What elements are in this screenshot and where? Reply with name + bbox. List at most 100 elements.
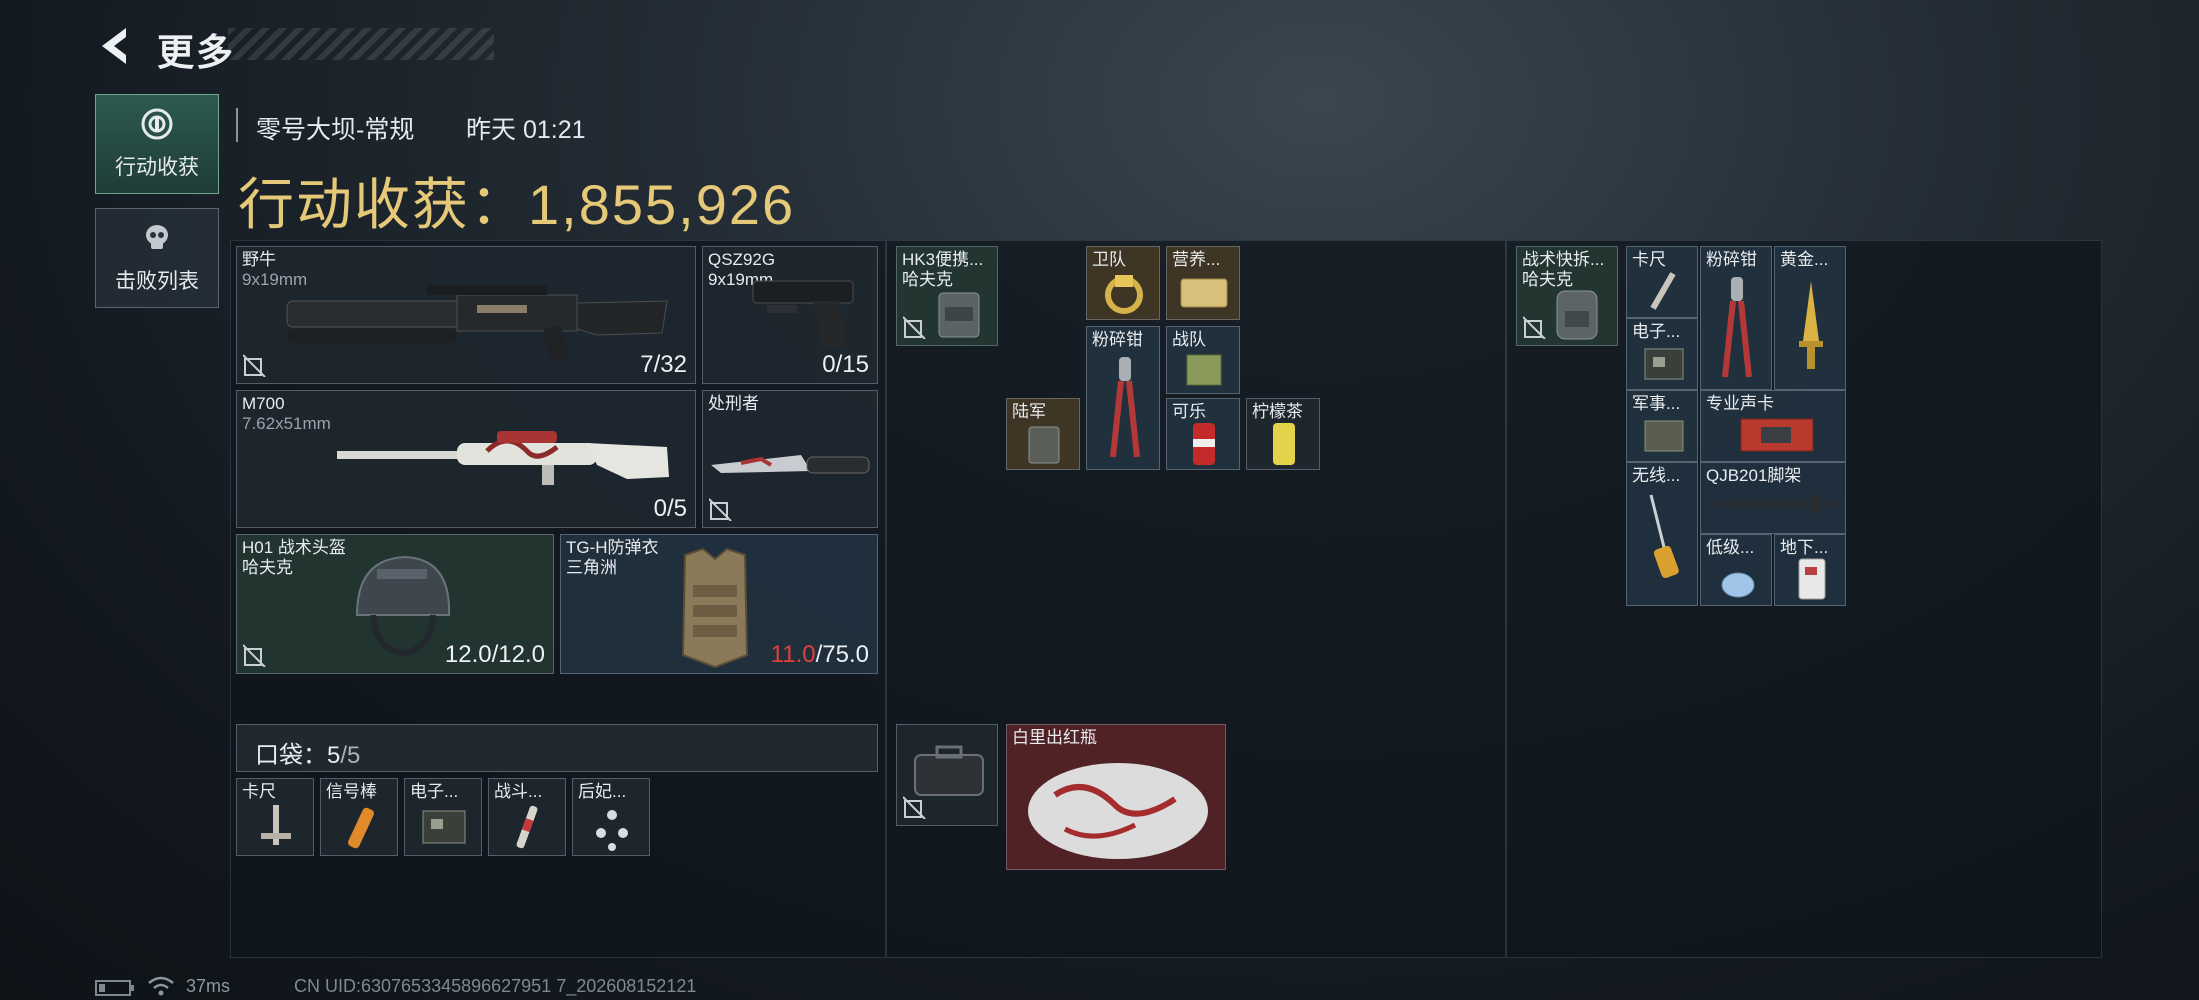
- item-name: 后妃...: [578, 782, 627, 801]
- map-name: 零号大坝-常规: [256, 116, 415, 144]
- ring-icon: [1105, 275, 1143, 314]
- backpack-item[interactable]: 卡尺: [1626, 246, 1698, 318]
- backpack-item[interactable]: 电子...: [1626, 318, 1698, 390]
- durability-max: /75.0: [815, 641, 869, 668]
- body-armor-image: [681, 547, 749, 669]
- haul-amount: 1,855,926: [528, 173, 796, 236]
- military-board-icon: [1644, 420, 1684, 452]
- rig-item[interactable]: 陆军: [1006, 398, 1080, 470]
- pocket-header: 口袋：5/5: [236, 724, 878, 772]
- tab-kills-label: 击败列表: [115, 270, 199, 293]
- item-name: 粉碎钳: [1092, 330, 1143, 349]
- pocket-item[interactable]: 信号棒: [320, 778, 398, 856]
- backpack-item[interactable]: 地下...: [1774, 534, 1846, 606]
- item-name: 陆军: [1012, 402, 1046, 421]
- earring-icon: [596, 810, 628, 851]
- item-name: 可乐: [1172, 402, 1206, 421]
- wifi-icon: [148, 976, 174, 996]
- item-name: 战队: [1172, 330, 1206, 349]
- pocket-capacity: 口袋：5/5: [255, 735, 360, 770]
- rig-item[interactable]: 可乐: [1166, 398, 1240, 470]
- primary-weapon-slot[interactable]: 野牛 9x19mm 7/32: [236, 246, 696, 384]
- haul-label: 行动收获：: [238, 173, 528, 236]
- rig-image: [938, 292, 980, 338]
- item-name: 卫队: [1092, 250, 1126, 269]
- battery-icon: [95, 980, 134, 996]
- durability: 12.0/12.0: [445, 641, 545, 669]
- haul-value: 行动收获：1,855,926: [238, 160, 795, 241]
- rig-item[interactable]: 战队: [1166, 326, 1240, 394]
- pocket-item[interactable]: 电子...: [404, 778, 482, 856]
- item-name: 营养...: [1172, 250, 1221, 269]
- secondary-weapon-slot[interactable]: M700 7.62x51mm 0/5: [236, 390, 696, 528]
- sniper-rifle-image: [337, 431, 669, 485]
- backpack-item[interactable]: 粉碎钳: [1700, 246, 1772, 390]
- helmet-name: H01 战术头盔: [242, 538, 346, 557]
- item-name: 军事...: [1632, 394, 1681, 413]
- backpack-item[interactable]: 军事...: [1626, 390, 1698, 462]
- rig-item[interactable]: 营养...: [1166, 246, 1240, 320]
- no-insure-icon: [903, 316, 926, 339]
- durability: 11.0/75.0: [771, 641, 869, 669]
- backpack-item[interactable]: 低级...: [1700, 534, 1772, 606]
- backpack-item[interactable]: 专业声卡: [1700, 390, 1846, 462]
- ammo-count: 0/5: [653, 495, 687, 522]
- bolt-cutter-icon: [1722, 277, 1752, 378]
- pocket-max: /5: [340, 742, 361, 769]
- item-name: 粉碎钳: [1706, 250, 1757, 269]
- backpack-item[interactable]: 无线...: [1626, 462, 1698, 606]
- stim-icon: [516, 805, 538, 849]
- durability-current: 12.0: [444, 641, 492, 668]
- sound-card-icon: [1740, 418, 1814, 452]
- backpack-slot[interactable]: 战术快拆... 哈夫克: [1516, 246, 1618, 346]
- case-image: [914, 745, 984, 796]
- lemon-tea-icon: [1273, 423, 1295, 465]
- item-name: 电子...: [1632, 322, 1681, 341]
- ammo-type: 7.62x51mm: [242, 414, 331, 433]
- pocket-used: 5: [327, 742, 341, 769]
- item-name: 柠檬茶: [1252, 402, 1303, 421]
- item-name: 无线...: [1632, 466, 1681, 485]
- pocket-label: 口袋：: [255, 742, 327, 769]
- rig-name: HK3便携...: [902, 250, 984, 269]
- vase-image: [1028, 763, 1208, 859]
- user-id: CN UID:6307653345896627951 7_20260815212…: [294, 976, 697, 996]
- no-insure-icon: [1523, 316, 1546, 339]
- backpack-item[interactable]: QJB201脚架: [1700, 462, 1846, 534]
- pocket-item[interactable]: 战斗...: [488, 778, 566, 856]
- tab-kills[interactable]: 击败列表: [95, 208, 219, 308]
- ammo-count: 7/32: [640, 351, 687, 378]
- rig-item[interactable]: 柠檬茶: [1246, 398, 1320, 470]
- item-name: 卡尺: [242, 782, 276, 801]
- no-insure-icon: [709, 498, 732, 521]
- melee-slot[interactable]: 处刑者: [702, 390, 878, 528]
- fuel-icon: [1721, 572, 1755, 598]
- rig-item[interactable]: 卫队: [1086, 246, 1160, 320]
- back-arrow-icon[interactable]: [92, 22, 140, 70]
- item-name: 卡尺: [1632, 250, 1666, 269]
- target-icon: [141, 108, 173, 140]
- secure-case-slot[interactable]: [896, 724, 998, 826]
- bolt-cutter-icon: [1110, 357, 1140, 458]
- battle-box-icon: [1186, 354, 1222, 386]
- armor-name: TG-H防弹衣: [566, 538, 659, 557]
- chest-rig-slot[interactable]: HK3便携... 哈夫克: [896, 246, 998, 346]
- pocket-item[interactable]: 卡尺: [236, 778, 314, 856]
- weapon-name: M700: [242, 394, 285, 413]
- rig-item[interactable]: 粉碎钳: [1086, 326, 1160, 470]
- helmet-slot[interactable]: H01 战术头盔 哈夫克 12.0/12.0: [236, 534, 554, 674]
- item-name: 战斗...: [494, 782, 543, 801]
- helmet-image: [355, 555, 451, 657]
- backpack-image: [1556, 290, 1598, 340]
- tab-loot[interactable]: 行动收获: [95, 94, 219, 194]
- item-name: 白里出红瓶: [1012, 728, 1097, 747]
- case-item[interactable]: 白里出红瓶: [1006, 724, 1226, 870]
- pocket-item[interactable]: 后妃...: [572, 778, 650, 856]
- item-name: 低级...: [1706, 538, 1755, 557]
- durability-max: /12.0: [491, 641, 545, 668]
- armor-slot[interactable]: TG-H防弹衣 三角洲 11.0/75.0: [560, 534, 878, 674]
- backpack-item[interactable]: 黄金...: [1774, 246, 1846, 390]
- no-insure-icon: [243, 354, 266, 377]
- no-insure-icon: [243, 644, 266, 667]
- sidearm-slot[interactable]: QSZ92G 9x19mm 0/15: [702, 246, 878, 384]
